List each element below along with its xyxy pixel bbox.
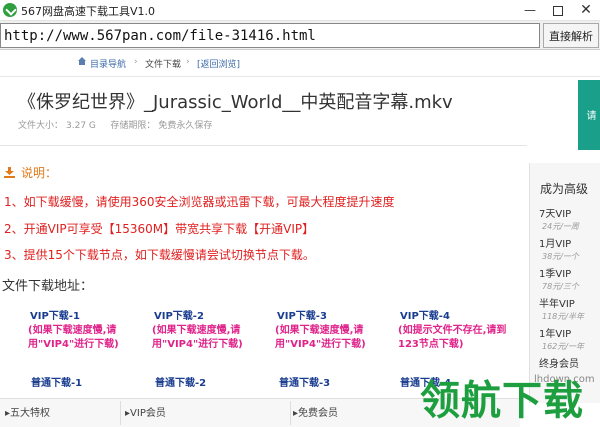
divider <box>0 145 527 146</box>
vip-download-column: VIP下载-4 (如提示文件不存在,请到123节点下载) <box>398 307 518 352</box>
minimize-button[interactable]: — <box>516 0 544 21</box>
side-tab[interactable]: 请 <box>578 80 600 150</box>
notes-heading: 说明： <box>4 164 57 181</box>
app-logo-icon <box>3 3 17 17</box>
breadcrumb-home-link[interactable]: 目录导航 <box>90 57 126 70</box>
note-item: 1、如下载缓慢，请使用360安全浏览器或迅雷下载，可最大程度提升速度 <box>4 195 395 209</box>
storage-period-label: 存储期限： <box>110 121 156 131</box>
vip-download-link-2[interactable]: VIP下载-2 <box>154 307 272 322</box>
divider <box>0 76 600 77</box>
back-to-browse-link[interactable]: [返回浏览] <box>197 57 240 70</box>
vip-download-link-4[interactable]: VIP下载-4 <box>400 307 518 322</box>
vip-download-column: VIP下载-1 (如果下载速度慢,请用"VIP4"进行下载) <box>28 307 148 352</box>
parse-button[interactable]: 直接解析 <box>543 23 599 48</box>
normal-download-link-2[interactable]: 普通下载-2 <box>155 374 206 389</box>
close-button[interactable]: ✕ <box>572 0 600 21</box>
window-title: 567网盘高速下载工具V1.0 <box>21 5 156 18</box>
vip-price-panel: 成为高级 7天VIP 24元/一周 1月VIP 38元/一个 1季VIP 78元… <box>529 163 600 403</box>
plan-name[interactable]: 7天VIP <box>539 205 571 220</box>
download-icon <box>4 167 15 178</box>
plan-price: 38元/一个 <box>542 252 579 261</box>
watermark-text: 领航下载 <box>420 378 584 424</box>
normal-download-link-3[interactable]: 普通下载-3 <box>279 374 330 389</box>
plan-price: 118元/半年 <box>542 312 584 321</box>
url-bar: 直接解析 <box>0 21 600 50</box>
maximize-button[interactable] <box>544 0 572 21</box>
plan-name[interactable]: 1月VIP <box>539 235 571 250</box>
window-title-bar: 567网盘高速下载工具V1.0 — ✕ <box>0 0 600 21</box>
plan-name[interactable]: 半年VIP <box>539 295 575 310</box>
plan-price: 78元/三个 <box>542 282 579 291</box>
vip-download-column: VIP下载-2 (如果下载速度慢,请用"VIP4"进行下载) <box>152 307 272 352</box>
vip-download-desc: (如果下载速度慢,请用"VIP4"进行下载) <box>275 325 366 350</box>
vip-download-desc: (如果下载速度慢,请用"VIP4"进行下载) <box>28 325 119 350</box>
plan-name[interactable]: 终身会员 <box>539 355 579 370</box>
vip-download-link-1[interactable]: VIP下载-1 <box>30 307 148 322</box>
download-heading: 文件下载地址： <box>2 279 94 294</box>
normal-download-link-1[interactable]: 普通下载-1 <box>31 374 82 389</box>
plan-name[interactable]: 1季VIP <box>539 265 571 280</box>
file-meta: 文件大小： 3.27 G 存储期限： 免费永久保存 <box>18 118 215 131</box>
note-item: 3、提供15个下载节点，如下载缓慢请尝试切换节点下载。 <box>4 248 315 262</box>
note-item-vip[interactable]: 2、开通VIP可享受【15360M】带宽共享下载【开通VIP】 <box>4 220 314 237</box>
vip-download-link-3[interactable]: VIP下载-3 <box>277 307 395 322</box>
breadcrumb-current: 文件下载 <box>145 60 182 70</box>
vip-download-column: VIP下载-3 (如果下载速度慢,请用"VIP4"进行下载) <box>275 307 395 352</box>
url-input[interactable] <box>0 23 540 48</box>
breadcrumb-separator: › <box>186 57 190 67</box>
price-panel-title: 成为高级 <box>540 182 589 196</box>
vip-download-desc: (如果下载速度慢,请用"VIP4"进行下载) <box>152 325 243 350</box>
table-header-privileges: ▸五大特权 <box>5 408 51 419</box>
storage-period-value: 免费永久保存 <box>158 121 213 131</box>
table-header-vip: ▸VIP会员 <box>125 408 166 419</box>
file-size-label: 文件大小： <box>18 121 64 131</box>
plan-name[interactable]: 1年VIP <box>539 325 571 340</box>
plan-price: 24元/一周 <box>542 222 579 231</box>
file-title: 《侏罗纪世界》_Jurassic_World__中英配音字幕.mkv <box>18 92 453 113</box>
notes-heading-text: 说明： <box>21 166 58 180</box>
vip-download-desc: (如提示文件不存在,请到123节点下载) <box>398 325 507 350</box>
home-icon <box>78 57 86 65</box>
table-header-free: ▸免费会员 <box>293 408 339 419</box>
plan-price: 162元/一年 <box>542 342 584 351</box>
breadcrumb-separator: › <box>134 57 138 67</box>
breadcrumb: 目录导航 › 文件下载 › [返回浏览] <box>0 52 600 74</box>
file-size-value: 3.27 G <box>66 121 96 131</box>
